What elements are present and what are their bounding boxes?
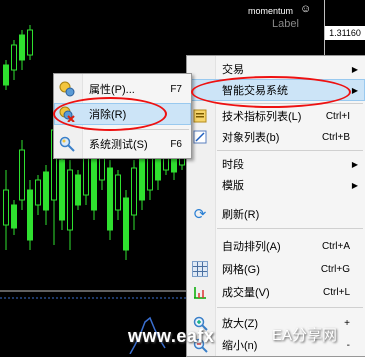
menu-item-label: 智能交易系统 (222, 85, 288, 97)
menu-item-grid[interactable]: 网格(G) Ctrl+G (188, 259, 364, 279)
volume-icon (192, 284, 208, 300)
candle-body (3, 189, 9, 226)
menu-item-label: 缩小(n) (222, 340, 258, 352)
submenu-item-remove[interactable]: 消除(R) (54, 103, 191, 125)
menu-item-auto-arrange[interactable]: 自动排列(A) Ctrl+A (188, 236, 364, 256)
candle-body (11, 204, 17, 229)
menu-item-refresh[interactable]: ⟳ 刷新(R) (188, 204, 364, 224)
menu-separator (217, 150, 363, 151)
properties-icon (59, 81, 75, 97)
indicator-list-icon (192, 108, 208, 124)
candle-body (19, 149, 25, 201)
menu-item-label: 模版 (222, 180, 244, 192)
menu-item-label: 交易 (222, 64, 244, 76)
menu-item-label: 刷新(R) (222, 209, 260, 221)
candle-body (131, 167, 137, 216)
candle-body (27, 29, 33, 56)
remove-expert-icon (59, 106, 75, 122)
menu-item-label: 放大(Z) (222, 318, 259, 330)
submenu-item-label: 消除(R) (89, 109, 127, 121)
candle-body (19, 34, 25, 61)
submenu-arrow-icon: ▶ (351, 85, 358, 95)
submenu-item-shortcut: F6 (170, 138, 182, 150)
chart-context-menu: 交易 ▶ 智能交易系统 ▶ 技术指标列表(L) Ctrl+I 对象列表(b) C… (186, 55, 365, 357)
menu-separator (217, 103, 363, 104)
menu-item-label: 网格(G) (222, 264, 260, 276)
grid-icon (192, 261, 208, 277)
menu-item-shortcut: + (344, 317, 350, 329)
menu-item-label: 技术指标列表(L) (222, 111, 302, 123)
menu-item-expert-advisors[interactable]: 智能交易系统 ▶ (187, 79, 365, 101)
candle-body (35, 179, 41, 206)
candle-body (11, 44, 17, 71)
menu-item-templates[interactable]: 模版 ▶ (188, 175, 364, 195)
candle-body (75, 174, 81, 206)
submenu-item-label: 系统测试(S) (89, 139, 148, 151)
candle-body (123, 197, 129, 251)
menu-item-trade[interactable]: 交易 ▶ (188, 59, 364, 79)
indicator-label: momentum (248, 6, 294, 16)
menu-item-timeframes[interactable]: 时段 ▶ (188, 154, 364, 174)
candle-body (59, 159, 65, 221)
candle-body (139, 157, 145, 201)
submenu-item-properties[interactable]: 属性(P)... F7 (55, 79, 190, 99)
submenu-arrow-icon: ▶ (351, 159, 358, 169)
object-list-icon (192, 129, 208, 145)
candle-body (43, 171, 49, 211)
candle-body (3, 64, 9, 86)
menu-item-shortcut: Ctrl+L (323, 286, 350, 298)
menu-item-label: 时段 (222, 159, 244, 171)
menu-item-volumes[interactable]: 成交量(V) Ctrl+L (188, 282, 364, 302)
menu-item-shortcut: Ctrl+A (321, 240, 350, 252)
candle-body (67, 169, 73, 231)
submenu-arrow-icon: ▶ (351, 180, 358, 190)
submenu-item-shortcut: F7 (170, 83, 182, 95)
expert-advisors-submenu: 属性(P)... F7 消除(R) 系统测试(S) F6 (53, 73, 192, 159)
submenu-arrow-icon: ▶ (351, 64, 358, 74)
menu-item-label: 自动排列(A) (222, 241, 281, 253)
chart-label-text: Label (272, 18, 299, 30)
refresh-icon: ⟳ (193, 206, 207, 223)
menu-item-indicator-list[interactable]: 技术指标列表(L) Ctrl+I (188, 106, 364, 126)
current-price-tag: 1.31160 (325, 26, 365, 40)
candle-body (107, 167, 113, 231)
menu-item-label: 对象列表(b) (222, 132, 280, 144)
menu-item-shortcut: Ctrl+B (321, 131, 350, 143)
menu-item-label: 成交量(V) (222, 287, 270, 299)
candle-body (27, 189, 33, 241)
menu-item-shortcut: Ctrl+I (325, 110, 350, 122)
menu-separator (217, 228, 363, 229)
expert-smiley-icon: ☺ (300, 3, 312, 15)
menu-separator (217, 307, 363, 308)
tester-icon (59, 136, 75, 152)
candle-body (115, 174, 121, 211)
submenu-item-strategy-tester[interactable]: 系统测试(S) F6 (55, 134, 190, 154)
candle-body (147, 157, 153, 191)
candle-body (91, 157, 97, 211)
watermark-site: www.eafx (128, 326, 215, 346)
menu-item-shortcut: Ctrl+G (320, 263, 350, 275)
submenu-item-label: 属性(P)... (89, 84, 135, 96)
menu-item-object-list[interactable]: 对象列表(b) Ctrl+B (188, 127, 364, 147)
watermark-brand: EA分享网 (272, 327, 338, 344)
menu-separator (84, 129, 189, 130)
menu-item-shortcut: - (346, 339, 350, 351)
